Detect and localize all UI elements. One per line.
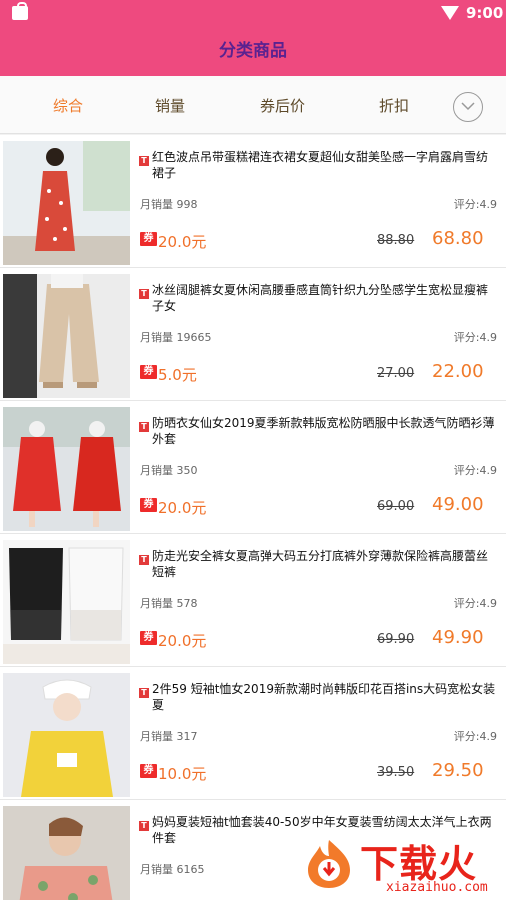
product-list: T 红色波点吊带蛋糕裙连衣裙女夏超仙女甜美坠感一字肩露肩雪纺裙子 月销量 998… xyxy=(0,135,506,900)
final-price: 22.00 xyxy=(432,361,484,382)
product-item[interactable]: T 2件59 短袖t恤女2019新款潮时尚韩版印花百搭ins大码宽松女装夏 月销… xyxy=(0,667,506,800)
rating: 评分:4.9 xyxy=(453,597,497,610)
product-item[interactable]: T 红色波点吊带蛋糕裙连衣裙女夏超仙女甜美坠感一字肩露肩雪纺裙子 月销量 998… xyxy=(0,135,506,268)
product-title[interactable]: 防走光安全裤女夏高弹大码五分打底裤外穿薄款保险裤高腰蕾丝短裤 xyxy=(152,548,498,580)
original-price: 69.00 xyxy=(377,499,415,514)
shopping-bag-icon xyxy=(12,2,28,20)
final-price: 29.50 xyxy=(432,760,484,781)
status-bar: 9:00 xyxy=(0,0,506,28)
coupon-icon: 券 xyxy=(140,498,157,512)
monthly-sales: 月销量 998 xyxy=(140,198,198,211)
status-time: 9:00 xyxy=(466,4,504,22)
sort-tab-bar: 综合 销量 券后价 折扣 xyxy=(0,76,506,134)
coupon-value: 20.0元 xyxy=(158,632,207,650)
tmall-icon: T xyxy=(139,821,149,831)
tab-price-after-coupon[interactable]: 券后价 xyxy=(260,95,305,116)
product-item[interactable]: T 冰丝阔腿裤女夏休闲高腰垂感直筒针织九分坠感学生宽松显瘦裤子女 月销量 196… xyxy=(0,268,506,401)
coupon-icon: 券 xyxy=(140,365,157,379)
final-price: 49.00 xyxy=(432,494,484,515)
tmall-icon: T xyxy=(139,555,149,565)
original-price: 88.80 xyxy=(377,233,415,248)
coupon-icon: 券 xyxy=(140,631,157,645)
chevron-down-icon xyxy=(461,102,475,111)
coupon-value: 5.0元 xyxy=(158,366,197,384)
monthly-sales: 月销量 6165 xyxy=(140,863,205,876)
tmall-icon: T xyxy=(139,289,149,299)
product-image[interactable] xyxy=(3,806,130,900)
rating: 评分:4.9 xyxy=(453,198,497,211)
tab-comprehensive[interactable]: 综合 xyxy=(53,95,83,116)
product-title[interactable]: 2件59 短袖t恤女2019新款潮时尚韩版印花百搭ins大码宽松女装夏 xyxy=(152,681,498,713)
product-image[interactable] xyxy=(3,540,130,664)
coupon-icon: 券 xyxy=(140,232,157,246)
original-price: 39.50 xyxy=(377,765,415,780)
product-item[interactable]: T 防走光安全裤女夏高弹大码五分打底裤外穿薄款保险裤高腰蕾丝短裤 月销量 578… xyxy=(0,534,506,667)
original-price: 69.90 xyxy=(377,632,415,647)
product-image[interactable] xyxy=(3,673,130,797)
coupon-value: 20.0元 xyxy=(158,233,207,251)
monthly-sales: 月销量 317 xyxy=(140,730,198,743)
coupon-value: 20.0元 xyxy=(158,499,207,517)
expand-filter-button[interactable] xyxy=(453,92,483,122)
product-image[interactable] xyxy=(3,274,130,398)
watermark-domain: xiazaihuo.com xyxy=(386,880,488,895)
coupon-value: 10.0元 xyxy=(158,765,207,783)
tab-discount[interactable]: 折扣 xyxy=(379,95,409,116)
rating: 评分:4.9 xyxy=(453,331,497,344)
monthly-sales: 月销量 350 xyxy=(140,464,198,477)
product-title[interactable]: 冰丝阔腿裤女夏休闲高腰垂感直筒针织九分坠感学生宽松显瘦裤子女 xyxy=(152,282,498,314)
rating: 评分:4.9 xyxy=(453,464,497,477)
final-price: 68.80 xyxy=(432,228,484,249)
watermark-logo: 下载火 xiazaihuo.com xyxy=(300,830,506,900)
final-price: 49.90 xyxy=(432,627,484,648)
page-title: 分类商品 xyxy=(219,41,287,61)
product-image[interactable] xyxy=(3,407,130,531)
app-header: 9:00 分类商品 xyxy=(0,0,506,76)
tmall-icon: T xyxy=(139,688,149,698)
tab-sales[interactable]: 销量 xyxy=(155,95,185,116)
wifi-icon xyxy=(441,6,459,20)
flame-logo-icon xyxy=(308,840,350,888)
tmall-icon: T xyxy=(139,156,149,166)
monthly-sales: 月销量 19665 xyxy=(140,331,212,344)
original-price: 27.00 xyxy=(377,366,415,381)
product-item[interactable]: T 防晒衣女仙女2019夏季新款韩版宽松防晒服中长款透气防晒衫薄外套 月销量 3… xyxy=(0,401,506,534)
coupon-icon: 券 xyxy=(140,764,157,778)
product-title[interactable]: 红色波点吊带蛋糕裙连衣裙女夏超仙女甜美坠感一字肩露肩雪纺裙子 xyxy=(152,149,498,181)
monthly-sales: 月销量 578 xyxy=(140,597,198,610)
rating: 评分:4.9 xyxy=(453,730,497,743)
product-title[interactable]: 防晒衣女仙女2019夏季新款韩版宽松防晒服中长款透气防晒衫薄外套 xyxy=(152,415,498,447)
tmall-icon: T xyxy=(139,422,149,432)
product-image[interactable] xyxy=(3,141,130,265)
